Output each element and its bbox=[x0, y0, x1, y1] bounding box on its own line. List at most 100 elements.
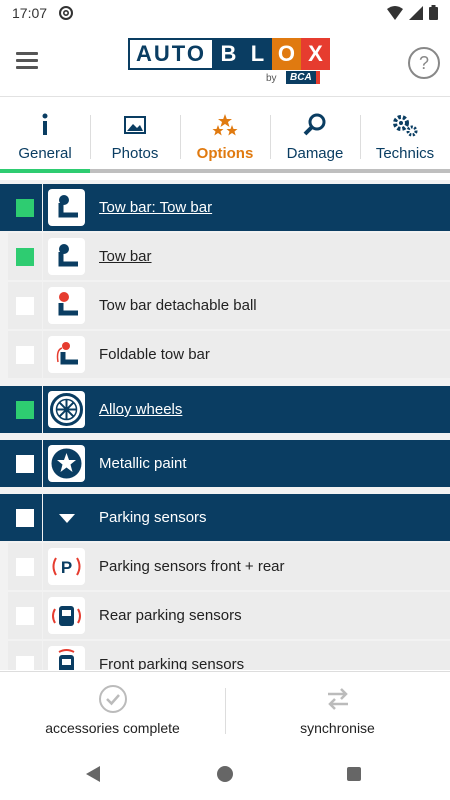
checkbox-column bbox=[8, 543, 42, 590]
row-strip bbox=[0, 282, 8, 329]
row-body[interactable]: Tow bar: Tow bar bbox=[43, 184, 450, 231]
option-checkbox[interactable] bbox=[16, 346, 34, 364]
tab-indicator bbox=[270, 169, 360, 173]
gears-icon bbox=[393, 115, 418, 137]
option-label: Front parking sensors bbox=[99, 656, 245, 670]
tab-technics[interactable]: Technics bbox=[360, 97, 450, 173]
checkbox-column bbox=[8, 641, 42, 670]
option-label[interactable]: Tow bar bbox=[99, 233, 152, 280]
row-body[interactable]: Metallic paint bbox=[43, 440, 450, 487]
checkbox-column bbox=[8, 494, 42, 541]
logo-auto-text: AUTO bbox=[128, 38, 214, 70]
app-header: AUTO B L O X by BCA ? bbox=[0, 26, 450, 97]
option-label: Parking sensors front + rear bbox=[99, 558, 285, 575]
at-sign-icon bbox=[59, 6, 73, 20]
home-icon[interactable] bbox=[217, 766, 233, 782]
tab-indicator bbox=[90, 169, 180, 173]
checkbox-column bbox=[8, 282, 42, 329]
wifi-icon bbox=[387, 5, 403, 20]
option-label: Parking sensors bbox=[99, 509, 207, 526]
row-body[interactable]: Foldable tow bar bbox=[43, 331, 450, 378]
row-body[interactable]: Parking sensors bbox=[43, 494, 450, 541]
option-label: Foldable tow bar bbox=[99, 346, 210, 363]
accessories-complete-button[interactable]: accessories complete bbox=[0, 672, 225, 749]
metallic-paint-icon bbox=[48, 445, 85, 482]
row-body[interactable]: Front parking sensors bbox=[43, 641, 450, 670]
option-checkbox[interactable] bbox=[16, 656, 34, 670]
options-list[interactable]: Tow bar: Tow bar Tow bar Tow bar detacha… bbox=[0, 180, 450, 670]
row-body[interactable]: Tow bar detachable ball bbox=[43, 282, 450, 329]
synchronise-button[interactable]: synchronise bbox=[225, 672, 450, 749]
option-checkbox[interactable] bbox=[16, 558, 34, 576]
option-checkbox[interactable] bbox=[16, 248, 34, 266]
status-bar: 17:07 bbox=[0, 0, 450, 26]
tab-label: General bbox=[18, 145, 72, 162]
android-nav-bar bbox=[0, 748, 450, 800]
tab-label: Technics bbox=[375, 145, 435, 162]
option-checkbox[interactable] bbox=[16, 297, 34, 315]
info-icon bbox=[42, 113, 48, 135]
list-item: Tow bar detachable ball bbox=[0, 282, 450, 329]
row-body[interactable]: P Parking sensors front + rear bbox=[43, 543, 450, 590]
hamburger-menu-icon[interactable] bbox=[16, 52, 38, 70]
chevron-down-icon[interactable] bbox=[59, 514, 75, 523]
row-body[interactable]: Rear parking sensors bbox=[43, 592, 450, 639]
option-label: Metallic paint bbox=[99, 455, 187, 472]
checkbox-column bbox=[8, 184, 42, 231]
option-checkbox[interactable] bbox=[16, 455, 34, 473]
tab-label: Damage bbox=[286, 145, 344, 162]
tab-general[interactable]: General bbox=[0, 97, 90, 173]
checkbox-column bbox=[8, 440, 42, 487]
checkbox-column bbox=[8, 592, 42, 639]
list-item: Metallic paint bbox=[0, 440, 450, 487]
list-item: Tow bar bbox=[0, 233, 450, 280]
sync-arrows-icon bbox=[327, 688, 348, 710]
status-time: 17:07 bbox=[12, 5, 48, 21]
row-strip bbox=[0, 543, 8, 590]
check-circle-icon bbox=[98, 685, 127, 713]
logo-letter: B bbox=[213, 38, 243, 70]
row-body[interactable]: Alloy wheels bbox=[43, 386, 450, 433]
option-checkbox[interactable] bbox=[16, 509, 34, 527]
list-item: Foldable tow bar bbox=[0, 331, 450, 378]
tab-options[interactable]: Options bbox=[180, 97, 270, 173]
option-label: Rear parking sensors bbox=[99, 607, 242, 624]
battery-icon bbox=[429, 5, 438, 20]
signal-icon bbox=[409, 5, 423, 20]
row-body[interactable]: Tow bar bbox=[43, 233, 450, 280]
option-label[interactable]: Tow bar: Tow bar bbox=[99, 184, 212, 231]
list-item: Rear parking sensors bbox=[0, 592, 450, 639]
checkbox-column bbox=[8, 331, 42, 378]
tab-bar: General Photos Options Damage Technics bbox=[0, 97, 450, 173]
option-checkbox[interactable] bbox=[16, 607, 34, 625]
list-item: Tow bar: Tow bar bbox=[0, 184, 450, 231]
alloy-wheel-icon bbox=[48, 391, 85, 428]
option-label[interactable]: Alloy wheels bbox=[99, 386, 182, 433]
option-checkbox[interactable] bbox=[16, 401, 34, 419]
row-strip bbox=[0, 184, 8, 231]
tab-indicator bbox=[180, 169, 270, 173]
checkbox-column bbox=[8, 386, 42, 433]
help-icon[interactable]: ? bbox=[408, 47, 440, 79]
option-checkbox[interactable] bbox=[16, 199, 34, 217]
parking-sensor-icon: P bbox=[48, 548, 85, 585]
list-item: Parking sensors bbox=[0, 494, 450, 541]
checkbox-column bbox=[8, 233, 42, 280]
list-item: P Parking sensors front + rear bbox=[0, 543, 450, 590]
recent-apps-icon[interactable] bbox=[347, 767, 361, 781]
bottom-action-bar: accessories complete synchronise bbox=[0, 671, 450, 749]
tab-damage[interactable]: Damage bbox=[270, 97, 360, 173]
svg-text:P: P bbox=[61, 558, 72, 577]
back-icon[interactable] bbox=[86, 766, 100, 782]
row-strip bbox=[0, 386, 8, 433]
tab-photos[interactable]: Photos bbox=[90, 97, 180, 173]
tab-label: Photos bbox=[111, 145, 159, 162]
list-item: Front parking sensors bbox=[0, 641, 450, 670]
tow-bar-detachable-icon bbox=[48, 287, 85, 324]
row-strip bbox=[0, 331, 8, 378]
tab-label: Options bbox=[196, 145, 254, 162]
stars-icon bbox=[212, 114, 238, 136]
magnifier-icon bbox=[303, 113, 326, 136]
row-strip bbox=[0, 494, 8, 541]
tow-bar-foldable-icon bbox=[48, 336, 85, 373]
